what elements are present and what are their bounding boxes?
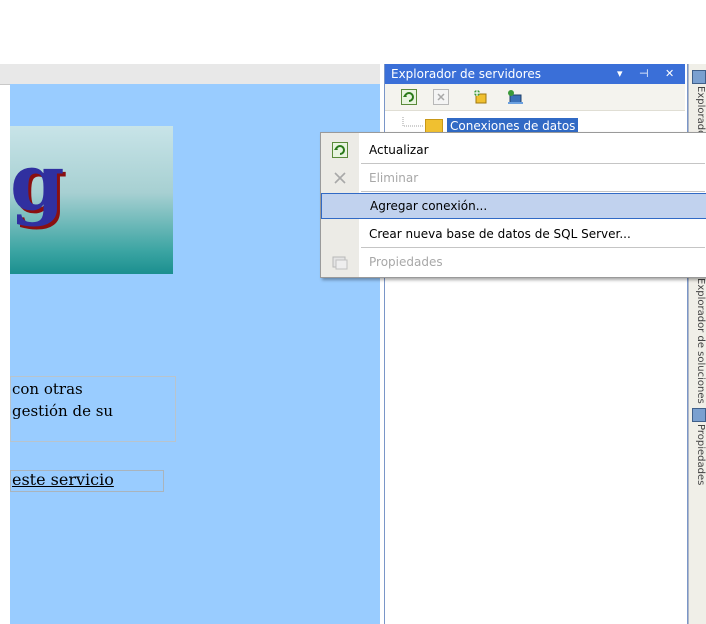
menu-item-eliminar[interactable]: Eliminar	[321, 165, 706, 191]
menu-item-crear-base-de-datos[interactable]: Crear nueva base de datos de SQL Server.…	[321, 221, 706, 247]
text-line-2: gestión de su	[12, 402, 114, 420]
properties-icon	[332, 256, 348, 270]
service-link[interactable]: este servicio	[12, 470, 114, 489]
menu-separator	[361, 247, 705, 248]
menu-item-label: Eliminar	[369, 171, 419, 185]
delete-x-icon	[334, 172, 346, 184]
tab-properties[interactable]: Propiedades	[690, 424, 706, 485]
menu-item-label: Propiedades	[369, 255, 443, 269]
dropdown-icon[interactable]: ▾	[617, 67, 623, 80]
menu-separator	[361, 191, 705, 192]
menu-item-label: Crear nueva base de datos de SQL Server.…	[369, 227, 631, 241]
menu-separator	[361, 163, 705, 164]
panel-toolbar	[385, 84, 685, 111]
text-line-1: con otras	[12, 380, 83, 398]
refresh-icon	[332, 142, 348, 158]
connect-database-icon[interactable]	[473, 89, 489, 105]
tab-solution-explorer[interactable]: Explorador de soluciones	[690, 278, 706, 404]
connect-server-icon[interactable]	[507, 89, 523, 105]
close-icon[interactable]: ✕	[665, 67, 674, 80]
document-tab-strip	[0, 64, 380, 85]
panel-title-bar: Explorador de servidores ▾ ⊣ ✕	[385, 64, 685, 84]
logo-letter: g	[10, 137, 65, 228]
pin-icon[interactable]: ⊣	[639, 67, 649, 80]
menu-item-label: Agregar conexión...	[370, 199, 488, 213]
refresh-icon[interactable]	[401, 89, 417, 105]
menu-item-actualizar[interactable]: Actualizar	[321, 137, 706, 163]
context-menu: Actualizar Eliminar Agregar conexión... …	[320, 132, 706, 278]
panel-title: Explorador de servidores	[391, 67, 542, 81]
menu-item-propiedades[interactable]: Propiedades	[321, 249, 706, 275]
menu-item-agregar-conexion[interactable]: Agregar conexión...	[321, 193, 706, 219]
properties-tab-icon	[692, 408, 706, 422]
server-explorer-tab-icon	[692, 70, 706, 84]
delete-icon[interactable]	[433, 89, 449, 105]
menu-item-label: Actualizar	[369, 143, 429, 157]
banner-image: g	[10, 126, 173, 274]
